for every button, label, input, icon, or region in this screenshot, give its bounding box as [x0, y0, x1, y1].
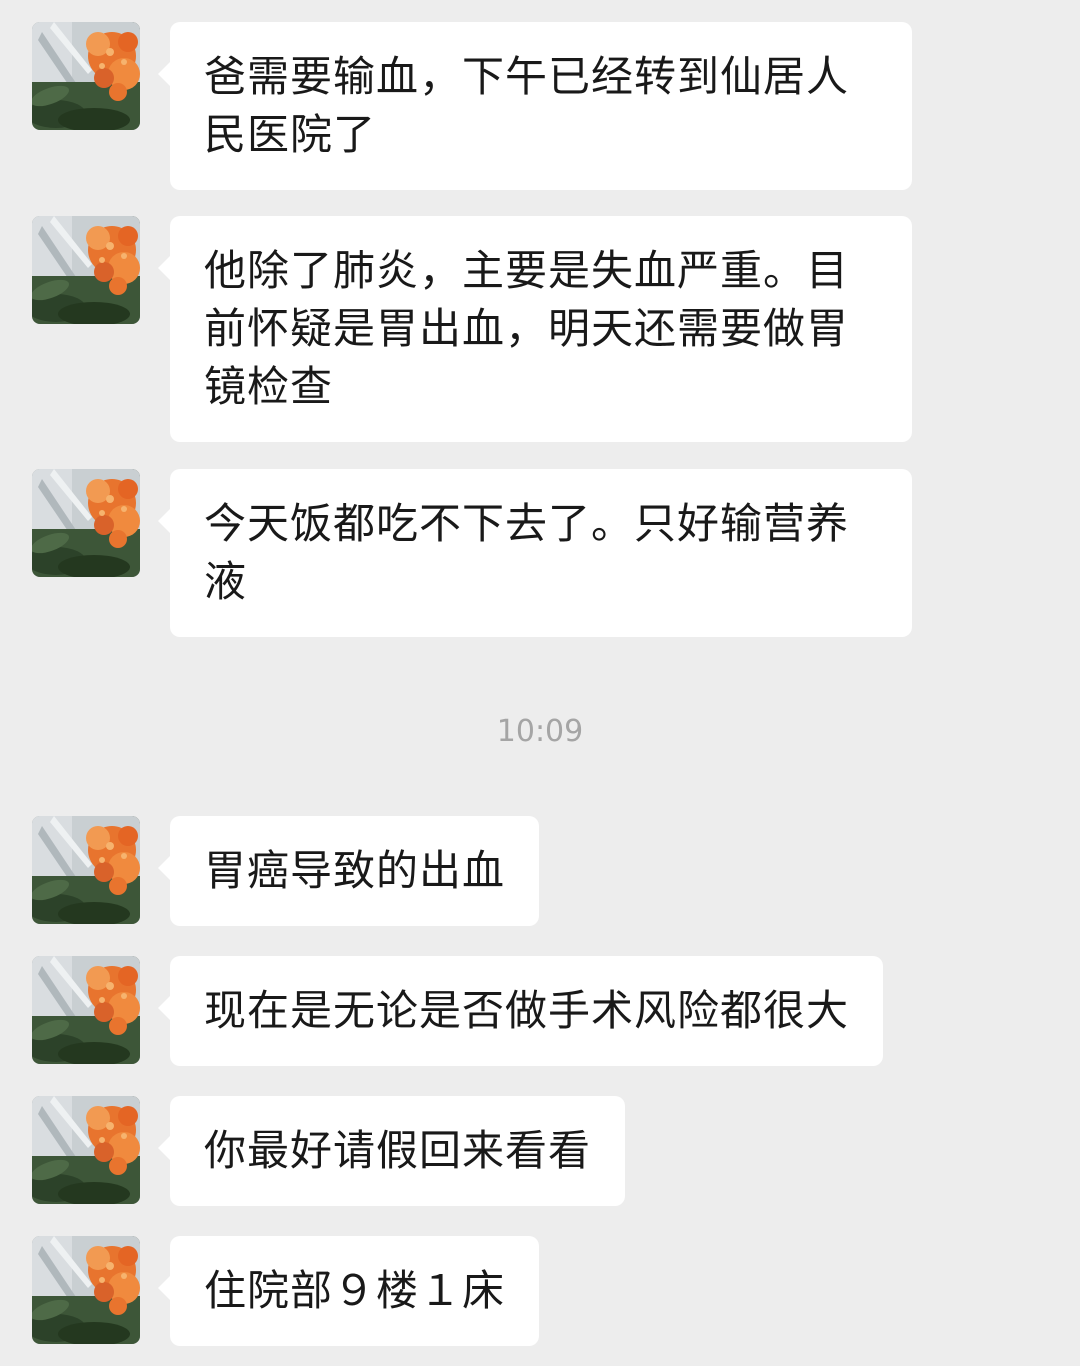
contact-avatar[interactable]: [32, 1236, 140, 1344]
flower-photo-icon: [32, 1096, 140, 1204]
flower-photo-icon: [32, 216, 140, 324]
chat-timestamp: 10:09: [496, 714, 584, 749]
message-bubble[interactable]: 现在是无论是否做手术风险都很大: [157, 956, 884, 1066]
flower-photo-icon: [32, 469, 140, 577]
contact-avatar[interactable]: [32, 816, 140, 924]
contact-avatar[interactable]: [32, 956, 140, 1064]
chat-thread[interactable]: 爸需要输血，下午已经转到仙居人民医院了 他除了肺炎，主要是失血严重。目前怀疑是胃…: [0, 0, 1080, 1366]
message-bubble[interactable]: 他除了肺炎，主要是失血严重。目前怀疑是胃出血，明天还需要做胃镜检查: [158, 216, 912, 442]
flower-photo-icon: [32, 22, 140, 130]
flower-photo-icon: [32, 816, 140, 924]
contact-avatar[interactable]: [32, 22, 140, 130]
message-bubble[interactable]: 胃癌导致的出血: [157, 816, 540, 926]
message-text: 爸需要输血，下午已经转到仙居人民医院了: [204, 52, 850, 159]
message-bubble[interactable]: 住院部９楼１床: [157, 1236, 540, 1346]
message-text: 现在是无论是否做手术风险都很大: [204, 986, 850, 1035]
flower-photo-icon: [32, 956, 140, 1064]
contact-avatar[interactable]: [32, 216, 140, 324]
message-text: 今天饭都吃不下去了。只好输营养液: [204, 499, 850, 606]
contact-avatar[interactable]: [32, 469, 140, 577]
message-text: 胃癌导致的出血: [204, 846, 506, 895]
message-bubble[interactable]: 今天饭都吃不下去了。只好输营养液: [158, 469, 912, 637]
message-text: 你最好请假回来看看: [204, 1126, 592, 1175]
flower-photo-icon: [32, 1236, 140, 1344]
message-text: 他除了肺炎，主要是失血严重。目前怀疑是胃出血，明天还需要做胃镜检查: [204, 246, 850, 411]
message-bubble[interactable]: 你最好请假回来看看: [157, 1096, 626, 1206]
message-bubble[interactable]: 爸需要输血，下午已经转到仙居人民医院了: [158, 22, 912, 190]
contact-avatar[interactable]: [32, 1096, 140, 1204]
message-text: 住院部９楼１床: [204, 1266, 506, 1315]
